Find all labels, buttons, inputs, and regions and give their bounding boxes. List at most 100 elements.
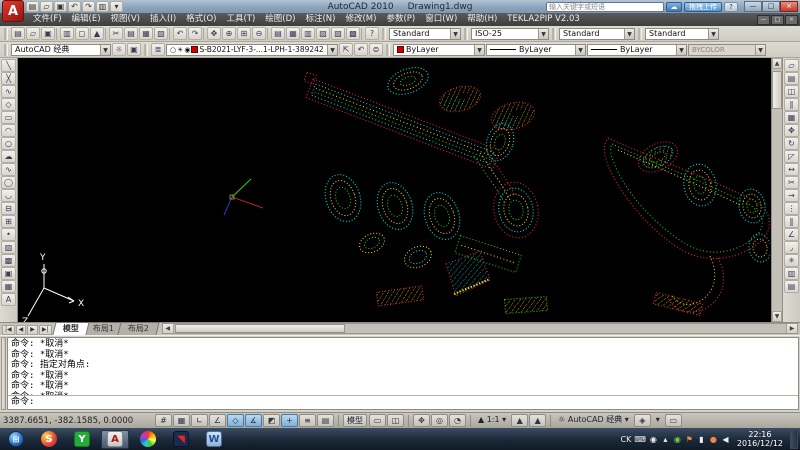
app-pptv[interactable]: ◥ (167, 430, 195, 449)
app-pinwheel[interactable] (134, 430, 162, 449)
scroll-left-icon[interactable]: ◀ (163, 324, 174, 333)
steeringwheel-icon[interactable]: ◔ (449, 414, 466, 427)
circle-icon[interactable]: ○ (1, 137, 16, 150)
move-icon[interactable]: ✥ (784, 124, 799, 137)
scroll-down-icon[interactable]: ▼ (772, 311, 782, 322)
safety-icon[interactable]: ◉ (673, 435, 682, 444)
coordinates-readout[interactable]: 3387.6651, -382.1585, 0.0000 (3, 416, 153, 426)
app-green[interactable]: Y (68, 430, 96, 449)
save-icon[interactable]: ▣ (54, 1, 67, 12)
new-icon[interactable]: ▤ (11, 27, 25, 40)
osnap-toggle[interactable]: ◇ (227, 414, 244, 427)
clean-screen-button[interactable]: ▭ (665, 414, 682, 427)
paste-icon[interactable]: ▦ (139, 27, 153, 40)
help-icon[interactable]: ? (365, 27, 379, 40)
spline-icon[interactable]: ∿ (1, 163, 16, 176)
annotation-visibility-icon[interactable]: ▲ (511, 414, 528, 427)
copy-icon[interactable]: ▤ (784, 72, 799, 85)
chevron-down-icon[interactable]: ▼ (474, 45, 484, 55)
minimize-button[interactable]: — (744, 1, 762, 12)
app-s[interactable]: S (35, 430, 63, 449)
redo-icon[interactable]: ↷ (188, 27, 202, 40)
gradient-icon[interactable]: ▩ (1, 254, 16, 267)
start-button[interactable]: ⊞ (2, 430, 30, 449)
point-icon[interactable]: • (1, 228, 16, 241)
scrollbar-thumb[interactable] (772, 71, 782, 109)
quickview-layouts-icon[interactable]: ▭ (369, 414, 386, 427)
markup-icon[interactable]: ▨ (331, 27, 345, 40)
menu-item[interactable]: 编辑(E) (67, 13, 106, 26)
tab-nav-button[interactable]: |◀ (2, 325, 15, 335)
tab-nav-button[interactable]: ▶| (39, 325, 52, 335)
ime-indicator[interactable]: CK (621, 435, 632, 444)
pan-icon[interactable]: ✥ (413, 414, 430, 427)
separator[interactable] (267, 28, 270, 40)
menu-item[interactable]: 标注(N) (300, 13, 340, 26)
tray-expand-icon[interactable]: ▴ (661, 435, 670, 444)
undo-icon[interactable]: ↶ (68, 1, 81, 12)
scrollbar-thumb[interactable] (175, 324, 345, 333)
toolbar-grip[interactable] (638, 28, 642, 40)
make-block-icon[interactable]: ⊞ (1, 215, 16, 228)
annotation-auto-scale-icon[interactable]: ▲ (529, 414, 546, 427)
toolbar-grip[interactable] (386, 44, 390, 56)
scale-icon[interactable]: ◸ (784, 150, 799, 163)
make-layer-current-icon[interactable]: ⇱ (339, 43, 353, 56)
command-history[interactable]: 命令: *取消*命令: *取消*命令: 指定对角点:命令: *取消*命令: *取… (8, 338, 798, 395)
plot-preview-icon[interactable]: ◻ (75, 27, 89, 40)
region-icon[interactable]: ▣ (1, 267, 16, 280)
workspace-settings-icon[interactable]: ☼ (112, 43, 126, 56)
zoom-icon[interactable]: ◎ (431, 414, 448, 427)
menu-item[interactable]: 修改(M) (340, 13, 381, 26)
word-taskbar-item[interactable]: W (200, 430, 228, 449)
separator[interactable] (203, 28, 206, 40)
quickview-drawings-icon[interactable]: ◫ (387, 414, 404, 427)
keyboard-icon[interactable]: ⌨ (634, 435, 646, 444)
help-tray-icon[interactable]: ◉ (649, 435, 658, 444)
linetype-combo[interactable]: ByLayer▼ (486, 44, 586, 56)
toolbar-lock-icon[interactable]: ◈ (634, 414, 651, 427)
construction-line-icon[interactable]: ╳ (1, 72, 16, 85)
insert-block-icon[interactable]: ⊟ (1, 202, 16, 215)
chevron-down-icon[interactable]: ▼ (450, 29, 460, 39)
table-style-combo[interactable]: Standard▼ (559, 28, 635, 40)
menu-item[interactable]: 工具(T) (221, 13, 260, 26)
menu-item[interactable]: 参数(P) (381, 13, 420, 26)
revision-cloud-icon[interactable]: ☁ (1, 150, 16, 163)
mleader-style-combo[interactable]: Standard▼ (645, 28, 719, 40)
draworder-front-icon[interactable]: ▥ (784, 267, 799, 280)
lineweight-combo[interactable]: ByLayer▼ (587, 44, 687, 56)
grid-toggle[interactable]: ▦ (173, 414, 190, 427)
dim-style-combo[interactable]: ISO-25▼ (471, 28, 549, 40)
menu-item[interactable]: 格式(O) (181, 13, 221, 26)
layer-previous-icon[interactable]: ↶ (354, 43, 368, 56)
explode-icon[interactable]: ✳ (784, 254, 799, 267)
array-icon[interactable]: ▦ (784, 111, 799, 124)
menu-item[interactable]: 视图(V) (106, 13, 145, 26)
snap-toggle[interactable]: # (155, 414, 172, 427)
workspace-combo[interactable]: AutoCAD 经典▼ (11, 44, 111, 56)
properties-icon[interactable]: ▤ (271, 27, 285, 40)
table-icon[interactable]: ▦ (1, 280, 16, 293)
toolbar-grip[interactable] (382, 28, 386, 40)
polar-toggle[interactable]: ∠ (209, 414, 226, 427)
tool-palettes-icon[interactable]: ▥ (301, 27, 315, 40)
action-center-icon[interactable]: ⚑ (685, 435, 694, 444)
layer-states-icon[interactable]: ⊜ (369, 43, 383, 56)
offset-icon[interactable]: ∥ (784, 98, 799, 111)
fillet-icon[interactable]: ◞ (784, 241, 799, 254)
separator[interactable] (361, 28, 364, 40)
separator[interactable] (56, 28, 59, 40)
annotation-scale-button[interactable]: ▲ 1:1 ▾ (475, 414, 509, 427)
toolbar-grip[interactable] (552, 28, 556, 40)
update-icon[interactable]: ● (709, 435, 718, 444)
scroll-up-icon[interactable]: ▲ (772, 58, 782, 69)
break-at-point-icon[interactable]: ⋮ (784, 202, 799, 215)
break-icon[interactable]: ‖ (784, 215, 799, 228)
drag-upload-button[interactable]: 拖拽上传 (684, 2, 722, 12)
trim-icon[interactable]: ✂ (784, 176, 799, 189)
doc-restore-button[interactable]: □ (771, 15, 784, 25)
tab-model[interactable]: 模型 (52, 322, 89, 335)
toolbar-grip[interactable] (144, 44, 148, 56)
cut-icon[interactable]: ✂ (109, 27, 123, 40)
